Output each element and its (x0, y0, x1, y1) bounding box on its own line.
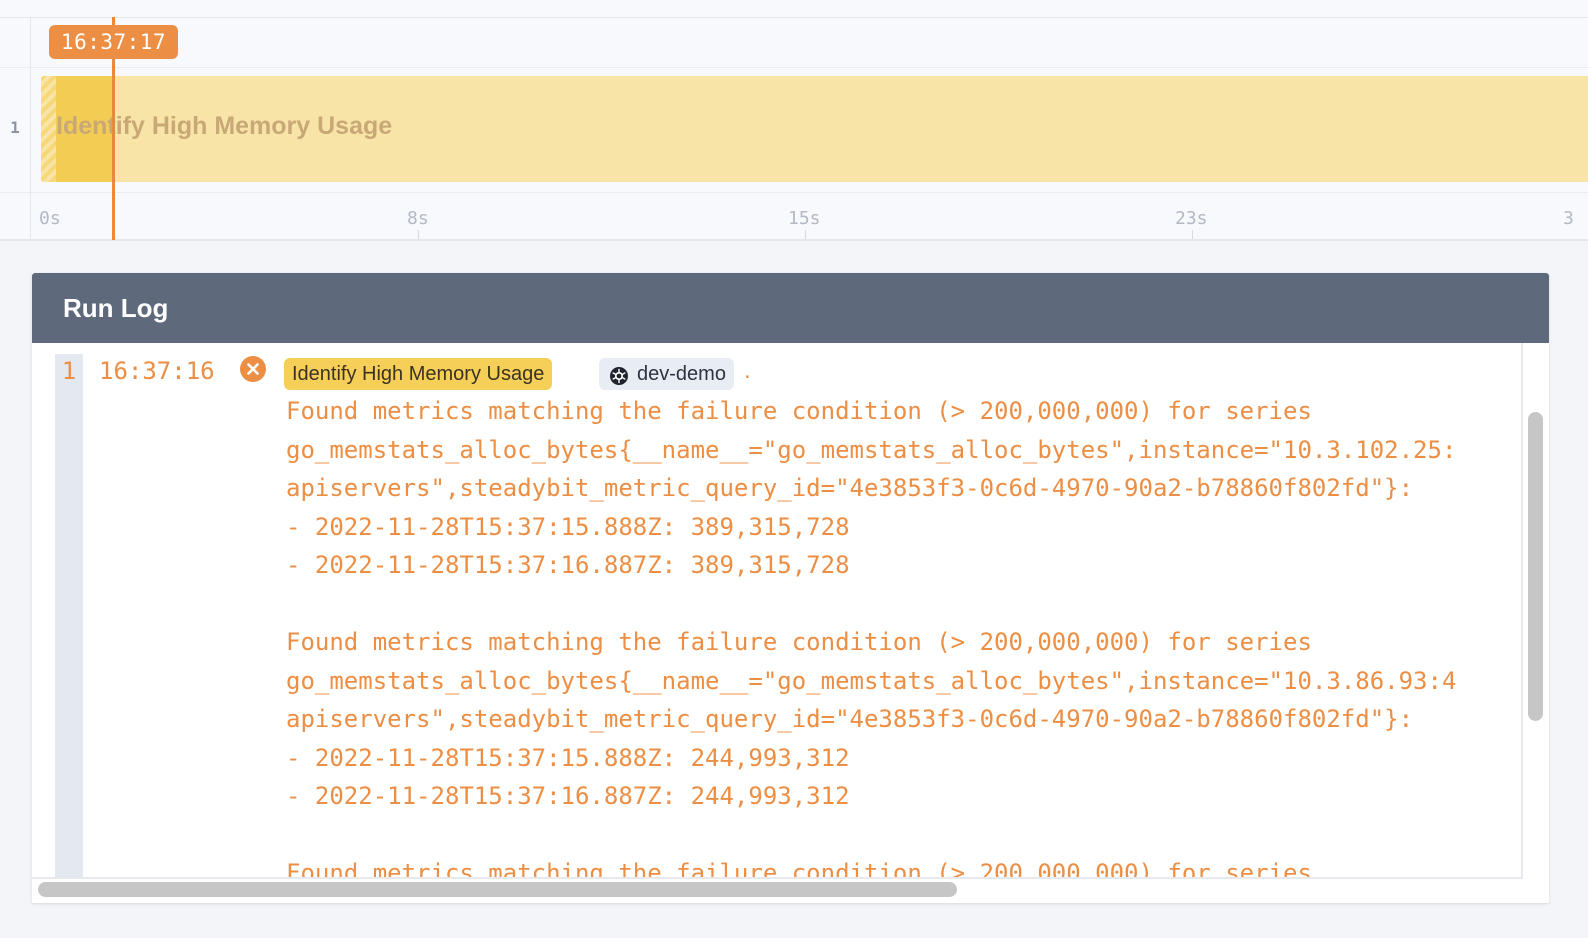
log-line-number: 1 (61, 357, 77, 385)
log-message-line: Found metrics matching the failure condi… (286, 859, 1312, 879)
log-message-line: apiservers",steadybit_metric_query_id="4… (286, 705, 1414, 733)
error-circle-x-icon (240, 356, 266, 382)
timeline-top-border (0, 17, 1588, 18)
log-message-line (286, 585, 1456, 624)
log-message-line: Found metrics matching the failure condi… (286, 397, 1312, 425)
vertical-scrollbar-thumb[interactable] (1528, 412, 1543, 721)
log-message-line: - 2022-11-28T15:37:15.888Z: 244,993,312 (286, 743, 850, 772)
log-message-line: go_memstats_alloc_bytes{__name__="go_mem… (286, 666, 1457, 695)
timeline-step-label: Identify High Memory Usage (56, 112, 393, 140)
timeline-row-number: 1 (10, 118, 20, 137)
timeline-tick-label: 23s (1175, 208, 1208, 229)
log-message: Found metrics matching the failure condi… (286, 392, 1457, 879)
timeline-tick-label: 8s (407, 208, 429, 229)
log-environment-tag[interactable]: dev-demo (599, 358, 734, 390)
log-line-gutter (55, 354, 83, 877)
timeline-axis-divider (0, 192, 1588, 193)
timeline-tick-mark (1192, 230, 1193, 239)
timeline-row-divider (0, 67, 1588, 68)
timeline-tick-label: 15s (788, 208, 821, 229)
log-environment-label: dev-demo (637, 363, 726, 385)
timeline-tick-mark (418, 230, 419, 239)
log-message-line: - 2022-11-28T15:37:16.887Z: 244,993,312 (286, 782, 850, 810)
experiment-timeline: 1 Identify High Memory Usage 16:37:17 0s… (0, 0, 1588, 241)
timeline-tick-label: 3 (1563, 208, 1574, 229)
log-message-line: apiservers",steadybit_metric_query_id="4… (286, 474, 1414, 502)
log-message-line (286, 816, 1456, 855)
run-log-header: Run Log (32, 273, 1549, 343)
log-timestamp: 16:37:16 (99, 357, 215, 385)
horizontal-scrollbar-thumb[interactable] (38, 882, 957, 897)
kubernetes-icon (609, 364, 629, 385)
log-message-line: go_memstats_alloc_bytes{__name__="go_mem… (286, 435, 1457, 464)
log-message-line: - 2022-11-28T15:37:15.888Z: 389,315,728 (286, 512, 850, 541)
run-log-title: Run Log (63, 293, 169, 323)
log-trailing-dot: . (744, 357, 751, 384)
timeline-gutter-divider (30, 17, 31, 240)
log-message-line: Found metrics matching the failure condi… (286, 628, 1312, 656)
timeline-bottom-border (0, 239, 1588, 241)
timeline-step-bar-start (41, 76, 56, 182)
log-step-tag[interactable]: Identify High Memory Usage (284, 358, 553, 390)
timeline-tick-label: 0s (39, 208, 61, 229)
timeline-tick-mark (805, 230, 806, 239)
run-log-panel: Run Log 1 16:37:16 Identify High Memory … (32, 273, 1549, 903)
log-message-line: - 2022-11-28T15:37:16.887Z: 389,315,728 (286, 551, 850, 579)
run-log-viewport[interactable]: 1 16:37:16 Identify High Memory Usage de… (32, 343, 1523, 879)
timeline-current-time-badge: 16:37:17 (49, 25, 178, 59)
